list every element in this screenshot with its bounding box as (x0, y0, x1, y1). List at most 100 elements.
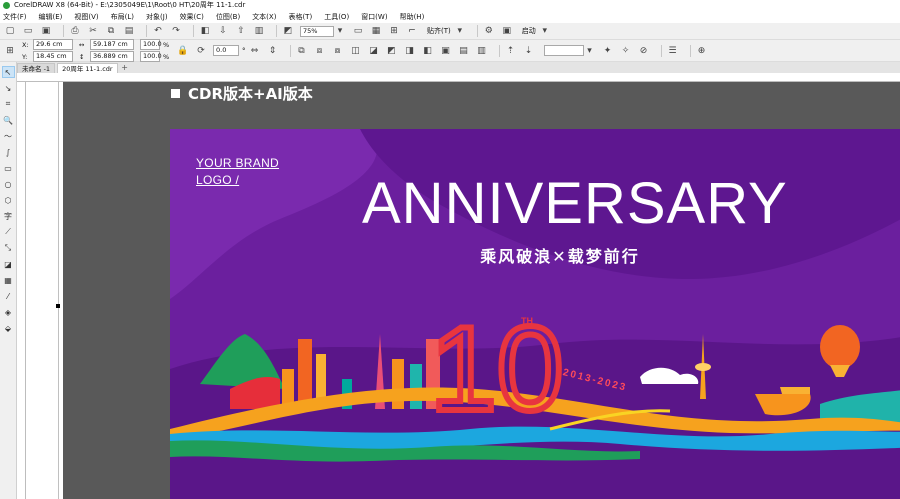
import-icon[interactable]: ⇩ (217, 25, 229, 37)
search-content-icon[interactable]: ◧ (199, 25, 211, 37)
group-icon[interactable]: ⧉ (296, 45, 308, 57)
grid-toggle-icon[interactable]: ▦ (370, 25, 382, 37)
menu-tools[interactable]: 工具(O) (324, 12, 349, 22)
ungroup-all-icon[interactable]: ⧇ (332, 45, 344, 57)
open-folder-icon[interactable]: ▭ (22, 25, 34, 37)
save-icon[interactable]: ▣ (40, 25, 52, 37)
zoom-dropdown-icon[interactable]: ▾ (334, 25, 346, 37)
rotation-input[interactable]: 0.0 (213, 45, 239, 56)
simplify-icon[interactable]: ▣ (440, 45, 452, 57)
freehand-tool-icon[interactable]: 〜 (2, 130, 15, 142)
smart-fill-icon[interactable]: ⬙ (2, 322, 15, 334)
zoom-tool-icon[interactable]: 🔍 (2, 114, 15, 126)
outline-width-select[interactable] (543, 45, 584, 56)
print-icon[interactable]: ⎙ (69, 25, 81, 37)
slogan-text: 乘风破浪✕载梦前行 (480, 247, 640, 266)
text-tool-icon[interactable]: 字 (2, 210, 15, 222)
options-gear-icon[interactable]: ⚙ (483, 25, 495, 37)
to-back-icon[interactable]: ⇣ (523, 45, 535, 57)
no-fill-icon[interactable]: ⊘ (638, 45, 650, 57)
snap-to-menu[interactable]: 贴齐(T) (427, 26, 451, 36)
launch-menu[interactable]: 启动 (522, 26, 536, 36)
front-minus-back-icon[interactable]: ▤ (458, 45, 470, 57)
anniversary-poster[interactable]: YOUR BRAND LOGO / ANNIVERSARY 乘风破浪✕载梦前行 … (170, 129, 900, 499)
redo-icon[interactable]: ↷ (170, 25, 182, 37)
break-apart-icon[interactable]: ◪ (368, 45, 380, 57)
full-page-icon[interactable]: ▭ (352, 25, 364, 37)
transparency-tool-icon[interactable]: ▦ (2, 274, 15, 286)
copy-icon[interactable]: ⧉ (105, 25, 117, 37)
menu-effects[interactable]: 效果(C) (180, 12, 204, 22)
full-screen-icon[interactable]: ◩ (282, 25, 294, 37)
zoom-level-select[interactable]: 75% (300, 25, 334, 37)
y-position-input[interactable]: 18.45 cm (33, 51, 73, 62)
menu-bitmaps[interactable]: 位图(B) (216, 12, 240, 22)
version-caption[interactable]: CDR版本+AI版本 (171, 84, 313, 103)
align-distribute-icon[interactable]: ☰ (667, 45, 679, 57)
intersect-icon[interactable]: ◧ (422, 45, 434, 57)
width-input[interactable]: 59.187 cm (90, 39, 134, 50)
new-document-icon[interactable]: ▢ (4, 25, 16, 37)
outline-dropdown-icon[interactable]: ▾ (584, 45, 596, 57)
menu-help[interactable]: 帮助(H) (400, 12, 425, 22)
pasteboard[interactable]: CDR版本+AI版本 YOUR BRAND LOGO / ANNIVERSARY… (63, 82, 900, 499)
menu-text[interactable]: 文本(X) (252, 12, 276, 22)
scale-x-input[interactable]: 100.0 (140, 39, 162, 50)
menu-layout[interactable]: 布局(L) (111, 12, 134, 22)
combine-icon[interactable]: ◫ (350, 45, 362, 57)
undo-icon[interactable]: ↶ (152, 25, 164, 37)
trim-icon[interactable]: ◨ (404, 45, 416, 57)
rectangle-tool-icon[interactable]: ▭ (2, 162, 15, 174)
export-icon[interactable]: ⇧ (235, 25, 247, 37)
eyedropper-tool-icon[interactable]: ⁄ (2, 290, 15, 302)
parallel-dimension-icon[interactable]: ⟋ (2, 226, 15, 238)
launch-dropdown-icon[interactable]: ▾ (539, 25, 551, 37)
tab-untitled[interactable]: 未命名 -1 (17, 63, 56, 73)
to-front-icon[interactable]: ⇡ (505, 45, 517, 57)
mirror-vertical-icon[interactable]: ⇕ (267, 45, 279, 57)
polygon-tool-icon[interactable]: ⬡ (2, 194, 15, 206)
x-position-input[interactable]: 29.6 cm (33, 39, 73, 50)
wrap-text-icon[interactable]: ✦ (602, 45, 614, 57)
new-tab-button[interactable]: + (120, 64, 130, 73)
pick-tool-icon[interactable]: ↖ (1, 66, 15, 78)
rulers-icon[interactable]: ⌐ (406, 25, 418, 37)
launch-app-icon[interactable]: ▣ (501, 25, 513, 37)
shape-tool-icon[interactable]: ↘ (2, 82, 15, 94)
menu-file[interactable]: 文件(F) (3, 12, 27, 22)
tower-pod-shape (695, 363, 711, 371)
mirror-horizontal-icon[interactable]: ⇔ (249, 45, 261, 57)
selection-handle[interactable] (56, 304, 60, 308)
drop-shadow-icon[interactable]: ◪ (2, 258, 15, 270)
connector-tool-icon[interactable]: ⤡ (2, 242, 15, 254)
ungroup-icon[interactable]: ⧈ (314, 45, 326, 57)
interactive-fill-icon[interactable]: ◈ (2, 306, 15, 318)
scale-y-input[interactable]: 100.0 (140, 51, 162, 62)
height-input[interactable]: 36.889 cm (90, 51, 134, 62)
menu-window[interactable]: 窗口(W) (361, 12, 387, 22)
menu-edit[interactable]: 编辑(E) (39, 12, 63, 22)
paste-icon[interactable]: ▤ (123, 25, 135, 37)
publish-pdf-icon[interactable]: ▥ (253, 25, 265, 37)
cut-icon[interactable]: ✂ (87, 25, 99, 37)
crop-tool-icon[interactable]: ⌗ (2, 98, 15, 110)
vertical-ruler[interactable] (17, 82, 26, 499)
menu-view[interactable]: 视图(V) (74, 12, 98, 22)
ellipse-tool-icon[interactable]: ○ (2, 178, 15, 190)
back-minus-front-icon[interactable]: ▥ (476, 45, 488, 57)
object-origin-icon[interactable]: ⊞ (4, 45, 16, 57)
menu-object[interactable]: 对象(J) (146, 12, 168, 22)
tab-20th-anniversary[interactable]: 20周年 11-1.cdr (57, 63, 118, 73)
snap-dropdown-icon[interactable]: ▾ (454, 25, 466, 37)
document-tab-bar: 未命名 -1 20周年 11-1.cdr + (17, 62, 900, 73)
lock-ratio-icon[interactable]: 🔒 (177, 45, 189, 57)
horizontal-ruler[interactable] (17, 73, 900, 82)
add-icon[interactable]: ⊕ (696, 45, 708, 57)
artistic-media-icon[interactable]: ∫ (2, 146, 15, 158)
degree-label: ° (242, 46, 246, 55)
drawing-workspace[interactable]: CDR版本+AI版本 YOUR BRAND LOGO / ANNIVERSARY… (26, 82, 900, 499)
quick-customize-icon[interactable]: ✧ (620, 45, 632, 57)
guidelines-icon[interactable]: ⊞ (388, 25, 400, 37)
weld-icon[interactable]: ◩ (386, 45, 398, 57)
menu-table[interactable]: 表格(T) (288, 12, 312, 22)
